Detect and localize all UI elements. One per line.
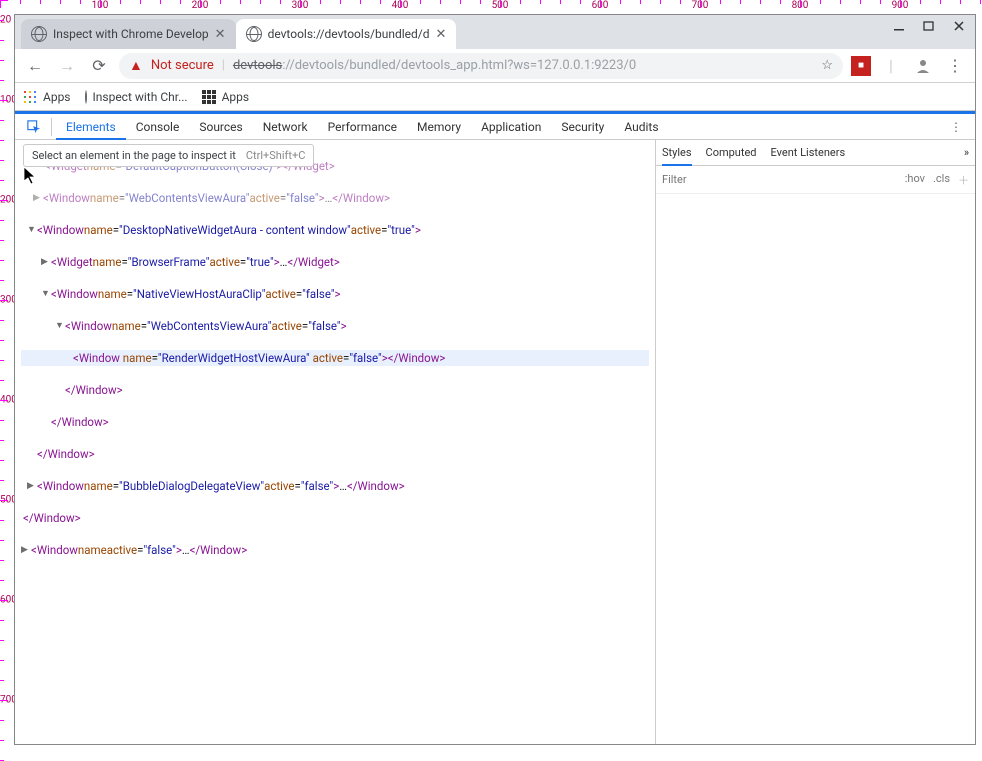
close-icon[interactable]: ✕	[435, 27, 446, 42]
globe-icon	[246, 26, 262, 42]
filter-input[interactable]	[662, 173, 905, 186]
window-controls	[885, 17, 973, 35]
more-tabs-icon[interactable]: »	[964, 146, 969, 159]
styles-panel: Styles Computed Event Listeners » :hov .…	[655, 140, 975, 744]
elements-tree-panel: Select an element in the page to inspect…	[15, 140, 655, 744]
bookmarks-bar: Apps Inspect with Chr... Apps	[15, 83, 975, 111]
back-button[interactable]: ←	[23, 54, 47, 78]
styles-filter-bar: :hov .cls ＋	[656, 166, 975, 194]
omnibox[interactable]: ▲ Not secure | devtools://devtools/bundl…	[119, 53, 843, 79]
tab-security[interactable]: Security	[551, 114, 614, 140]
devtools-panel: Elements Console Sources Network Perform…	[15, 111, 975, 744]
reload-button[interactable]: ⟳	[87, 54, 111, 78]
tab-console[interactable]: Console	[126, 114, 190, 140]
styles-tabs: Styles Computed Event Listeners »	[656, 140, 975, 166]
browser-tabs: Inspect with Chrome Develop ✕ devtools:/…	[21, 15, 456, 49]
globe-icon	[31, 26, 47, 42]
tab-styles[interactable]: Styles	[662, 140, 692, 166]
inspect-element-icon[interactable]	[21, 120, 47, 134]
extension-icon[interactable]: ■	[851, 56, 871, 76]
devtools-tabs: Elements Console Sources Network Perform…	[15, 114, 975, 140]
tab-memory[interactable]: Memory	[407, 114, 471, 140]
grid-icon	[202, 90, 216, 104]
cls-toggle[interactable]: .cls	[933, 172, 950, 188]
dom-tree[interactable]: <Widget name="DefaultCaptionButton(Close…	[15, 140, 655, 592]
titlebar: Inspect with Chrome Develop ✕ devtools:/…	[15, 15, 975, 49]
apps-button[interactable]: Apps	[23, 90, 71, 104]
menu-icon[interactable]: ⋮	[943, 54, 967, 78]
browser-window: Inspect with Chrome Develop ✕ devtools:/…	[14, 14, 976, 745]
star-icon[interactable]: ☆	[821, 58, 833, 73]
close-icon[interactable]: ✕	[215, 27, 226, 42]
forward-button[interactable]: →	[55, 54, 79, 78]
minimize-button[interactable]	[885, 17, 913, 35]
devtools-menu-icon[interactable]: ⋮	[943, 120, 969, 134]
tab-elements[interactable]: Elements	[56, 114, 126, 140]
close-button[interactable]	[945, 17, 973, 35]
hov-toggle[interactable]: :hov	[905, 172, 925, 188]
ruler-horizontal: 100 200 300 400 500 600 700 800 900	[0, 0, 982, 15]
globe-icon	[85, 91, 87, 103]
cursor-icon	[23, 166, 39, 186]
maximize-button[interactable]	[915, 17, 943, 35]
tab-performance[interactable]: Performance	[318, 114, 407, 140]
tab-sources[interactable]: Sources	[189, 114, 252, 140]
devtools-body: Select an element in the page to inspect…	[15, 140, 975, 744]
browser-tab[interactable]: Inspect with Chrome Develop ✕	[21, 19, 236, 49]
inspect-tooltip: Select an element in the page to inspect…	[23, 144, 314, 167]
browser-tab[interactable]: devtools://devtools/bundled/d ✕	[236, 19, 457, 49]
tab-title: Inspect with Chrome Develop	[53, 27, 209, 41]
bookmark-item[interactable]: Inspect with Chr...	[85, 90, 188, 104]
profile-icon[interactable]	[911, 54, 935, 78]
tab-computed[interactable]: Computed	[706, 146, 757, 159]
tab-title: devtools://devtools/bundled/d	[268, 27, 430, 41]
warning-icon: ▲	[129, 57, 143, 74]
address-bar: ← → ⟳ ▲ Not secure | devtools://devtools…	[15, 49, 975, 83]
apps-icon	[23, 90, 37, 104]
tab-application[interactable]: Application	[471, 114, 551, 140]
tab-event-listeners[interactable]: Event Listeners	[771, 146, 846, 159]
tab-network[interactable]: Network	[253, 114, 318, 140]
tab-audits[interactable]: Audits	[614, 114, 668, 140]
not-secure-label: Not secure	[151, 58, 214, 73]
bookmark-item[interactable]: Apps	[202, 90, 250, 104]
add-style-icon[interactable]: ＋	[958, 172, 969, 188]
url-text: devtools://devtools/bundled/devtools_app…	[233, 58, 636, 73]
